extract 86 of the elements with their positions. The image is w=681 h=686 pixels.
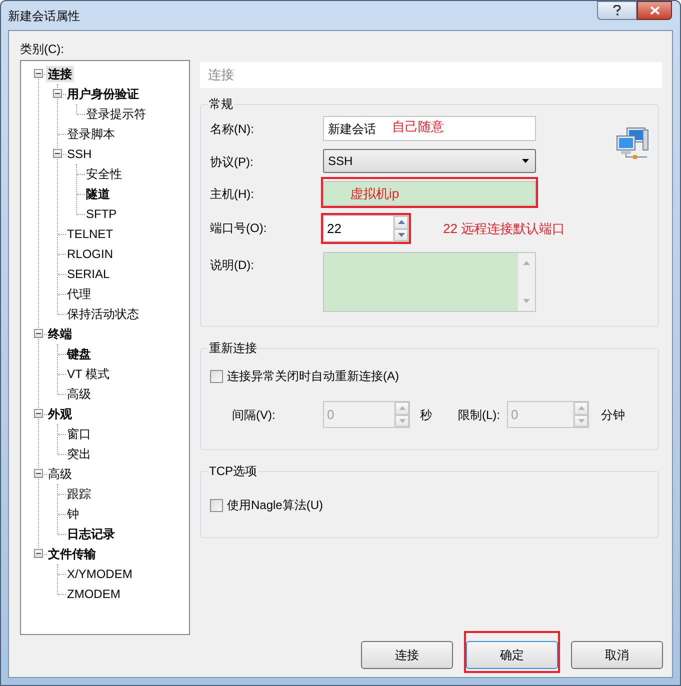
collapse-icon[interactable] (53, 149, 62, 158)
group-title: TCP选项 (208, 463, 258, 480)
spinner-value: 0 (510, 406, 520, 424)
checkbox-label[interactable]: 连接异常关闭时自动重新连接(A) (227, 367, 399, 385)
field-label: 端口号(O): (210, 220, 268, 237)
tree-item[interactable]: 外观 (46, 406, 74, 422)
spin-up-button[interactable] (394, 216, 408, 228)
annotation-text: 虚拟机ip (350, 184, 400, 203)
field-label: 协议(P): (210, 154, 254, 171)
tree-item[interactable]: 钟 (65, 506, 81, 522)
tree-item[interactable]: RLOGIN (65, 246, 116, 262)
checkbox[interactable] (210, 370, 223, 382)
tree-item[interactable]: SFTP (84, 206, 119, 222)
up-arrow-icon (578, 406, 584, 410)
down-arrow-icon (398, 418, 406, 423)
field-label: 限制(L): (458, 406, 501, 424)
spinner-value: 22 (326, 220, 342, 238)
tree-item[interactable]: SSH (65, 146, 94, 162)
tree-item[interactable]: 跟踪 (65, 486, 93, 502)
scroll-up-icon (523, 261, 530, 265)
up-arrow-icon (398, 220, 404, 224)
network-computers-icon (615, 127, 650, 159)
dialog-button[interactable]: 取消 (571, 641, 663, 669)
checkbox-label[interactable]: 使用Nagle算法(U) (227, 496, 324, 514)
scroll-down-icon (523, 299, 530, 303)
tree-item[interactable]: TELNET (65, 226, 116, 242)
tree-item[interactable]: 键盘 (65, 346, 93, 362)
window-title: 新建会话属性 (8, 8, 80, 25)
category-label: 类别(C): (20, 41, 65, 58)
field-label: 名称(N): (210, 121, 255, 138)
input-field[interactable]: 新建会话 自己随意 (323, 116, 536, 141)
tree-item[interactable]: 突出 (65, 446, 93, 462)
tree-item[interactable]: 代理 (65, 286, 93, 302)
up-arrow-icon (398, 406, 406, 410)
spin-down-button[interactable] (394, 228, 408, 241)
tree-item[interactable]: 用户身份验证 (65, 86, 141, 102)
collapse-icon[interactable] (34, 549, 43, 558)
help-icon (613, 5, 621, 16)
group-title: 重新连接 (208, 340, 258, 357)
collapse-icon[interactable] (34, 469, 43, 478)
group-title: 常规 (208, 96, 234, 113)
tree-item[interactable]: 窗口 (65, 426, 93, 442)
unit-label: 秒 (420, 406, 432, 424)
close-icon (650, 6, 660, 15)
help-button[interactable] (597, 1, 637, 20)
spinner-value: 0 (326, 406, 336, 424)
tree-item[interactable]: VT 模式 (65, 366, 112, 382)
tree-item[interactable]: SERIAL (65, 266, 112, 282)
field-label: 主机(H): (210, 186, 255, 203)
annotation-text: 22 远程连接默认端口 (443, 220, 566, 238)
unit-label: 分钟 (601, 406, 625, 424)
field-label: 间隔(V): (232, 406, 276, 424)
tree-item[interactable]: 高级 (65, 386, 93, 402)
collapse-icon[interactable] (34, 329, 43, 338)
tree-item[interactable]: 保持活动状态 (65, 306, 141, 322)
panel-title: 连接 (208, 66, 234, 84)
field-value: 新建会话 (327, 120, 376, 138)
down-arrow-icon (398, 232, 404, 237)
dialog-button[interactable]: 连接 (361, 641, 453, 669)
protocol-dropdown[interactable]: SSH (323, 149, 536, 173)
tree-item[interactable]: X/YMODEM (65, 566, 134, 582)
dropdown-arrow-icon (522, 159, 529, 163)
close-button[interactable] (637, 1, 672, 20)
tree-item[interactable]: 日志记录 (65, 526, 117, 542)
checkbox[interactable] (210, 498, 223, 512)
port-spinner[interactable]: 22 (323, 215, 409, 242)
annotation-text: 自己随意 (392, 118, 444, 136)
category-tree[interactable]: 连接 用户身份验证 登录提示符 登录脚本 SSH 安全性 隧道 SFTP TELNET RLOGIN SERIAL 代理 保持活动状态 终端 键盘 VT 模式 高级 外观 窗口 突出 高级 跟踪 钟 日志记录 文件传输 X/YMODEM ZMODEM (20, 60, 190, 635)
tree-item[interactable]: ZMODEM (65, 586, 122, 602)
tree-item[interactable]: 终端 (46, 326, 74, 342)
dialog-button[interactable]: 确定 (466, 641, 558, 669)
collapse-icon[interactable] (53, 89, 62, 98)
down-arrow-icon (578, 418, 584, 423)
dropdown-value: SSH (328, 153, 353, 170)
tree-item[interactable]: 安全性 (84, 166, 124, 182)
tree-item[interactable]: 登录提示符 (84, 106, 148, 122)
tree-item[interactable]: 高级 (46, 466, 74, 482)
tree-item[interactable]: 文件传输 (46, 546, 98, 562)
description-field[interactable] (323, 252, 536, 312)
tree-item[interactable]: 登录脚本 (65, 126, 117, 142)
tree-item[interactable]: 连接 (46, 66, 74, 82)
tree-item[interactable]: 隧道 (84, 186, 112, 202)
collapse-icon[interactable] (34, 69, 43, 78)
field-label: 说明(D): (210, 257, 255, 274)
scrollbar[interactable] (518, 253, 535, 311)
collapse-icon[interactable] (34, 409, 43, 418)
